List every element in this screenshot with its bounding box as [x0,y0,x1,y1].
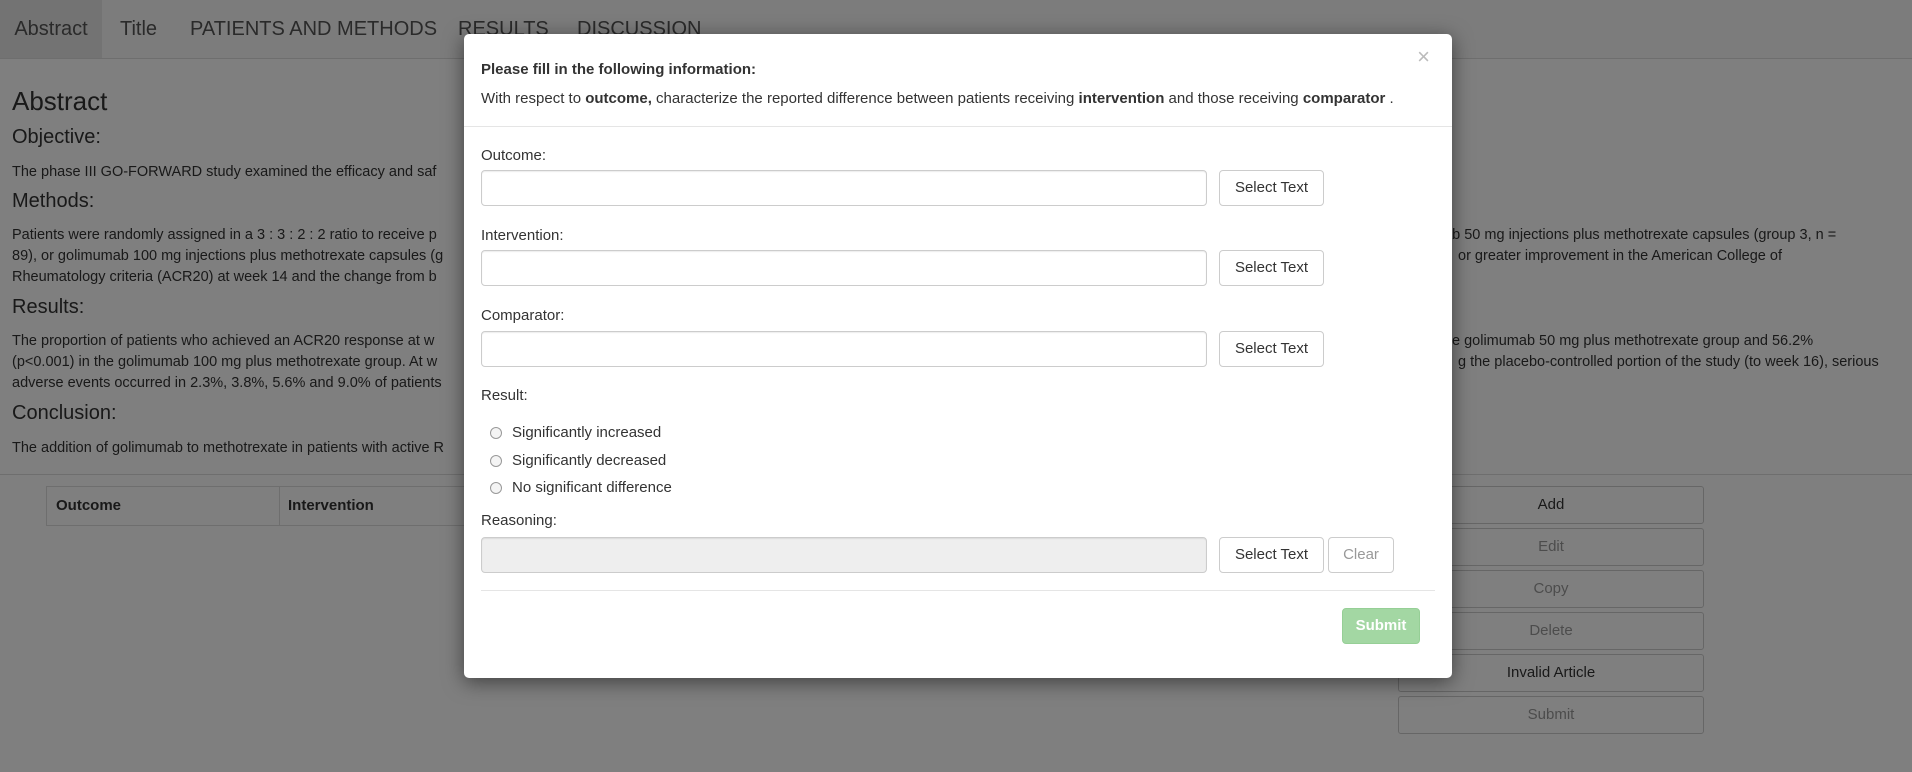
option-label: Significantly increased [512,424,662,441]
outcome-field[interactable] [481,170,1207,206]
desc-intervention: intervention [1078,90,1165,107]
modal-divider [464,126,1452,127]
intervention-select-text-button[interactable]: Select Text [1219,250,1324,286]
outcome-select-text-button[interactable]: Select Text [1219,170,1324,206]
modal-submit-button[interactable]: Submit [1342,608,1420,644]
desc-mid2: and those receiving [1164,90,1303,107]
desc-suffix: . [1385,90,1394,107]
annotation-modal: × Please fill in the following informati… [464,34,1452,678]
modal-description: With respect to outcome, characterize th… [481,90,1394,107]
radio-button[interactable] [490,482,502,494]
close-icon[interactable]: × [1417,46,1430,68]
modal-title: Please fill in the following information… [481,61,757,78]
comparator-field[interactable] [481,331,1207,367]
reasoning-select-text-button[interactable]: Select Text [1219,537,1324,573]
radio-button[interactable] [490,427,502,439]
intervention-field[interactable] [481,250,1207,286]
option-label: No significant difference [512,479,672,496]
comparator-select-text-button[interactable]: Select Text [1219,331,1324,367]
desc-mid: characterize the reported difference bet… [651,90,1079,107]
desc-outcome: outcome, [585,90,652,107]
desc-comparator: comparator [1302,90,1386,107]
desc-prefix: With respect to [481,90,586,107]
modal-footer-divider [481,590,1435,591]
reasoning-label: Reasoning: [481,512,557,529]
comparator-label: Comparator: [481,307,565,324]
radio-button[interactable] [490,455,502,467]
reasoning-field [481,537,1207,573]
result-label: Result: [481,387,528,404]
outcome-label: Outcome: [481,147,547,164]
clear-button[interactable]: Clear [1328,537,1394,573]
option-label: Significantly decreased [512,452,667,469]
intervention-label: Intervention: [481,227,564,244]
